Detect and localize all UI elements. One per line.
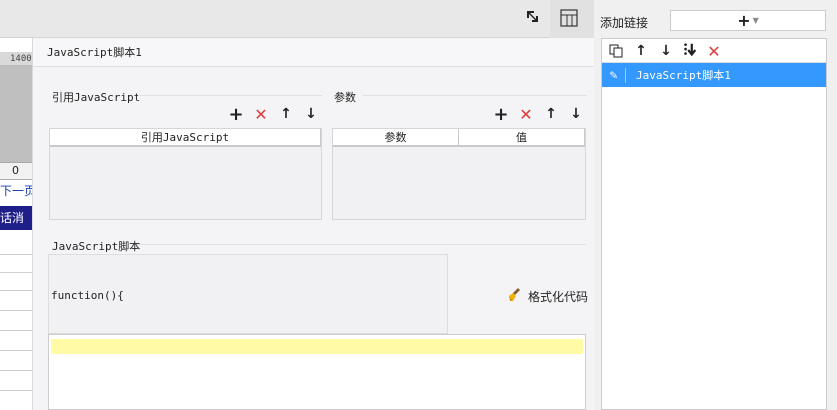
param-table[interactable]: 参数 值: [332, 128, 586, 220]
ref-table[interactable]: 引用JavaScript: [49, 128, 322, 220]
delete-icon[interactable]: ✕: [706, 42, 722, 61]
sheet-row-line: [0, 390, 32, 391]
sheet-row-line: [0, 272, 32, 273]
sheet-row-line: [0, 310, 32, 311]
link-list-toolbar: ↑ ↓ ✕: [602, 39, 826, 63]
caret-down-icon: ▼: [752, 16, 759, 25]
move-down-icon[interactable]: ↓: [658, 43, 674, 59]
active-line-highlight: [51, 339, 583, 354]
layout-icon: [560, 9, 578, 30]
copy-icon[interactable]: [608, 43, 624, 59]
ruler-zero: 0: [0, 162, 32, 180]
section-divider: [137, 244, 586, 245]
ruler: 1400: [0, 52, 32, 66]
ref-delete-button[interactable]: ✕: [253, 105, 269, 124]
format-code-label: 格式化代码: [528, 290, 589, 304]
code-signature: function(){: [51, 289, 124, 302]
param-table-header: 参数 值: [333, 129, 585, 147]
code-header-area: function(){: [48, 254, 448, 334]
code-editor[interactable]: [48, 334, 586, 410]
format-code-button[interactable]: 格式化代码: [507, 287, 588, 306]
top-toolbar: [0, 0, 590, 38]
param-column-header[interactable]: 参数: [333, 129, 459, 145]
ref-move-up-button[interactable]: ↑: [278, 106, 294, 122]
dialog-title: JavaScript脚本1: [33, 38, 594, 67]
ref-section-label: 引用JavaScript: [52, 91, 141, 104]
script-section-label: JavaScript脚本: [52, 240, 141, 253]
sheet-gray-area: [0, 66, 32, 162]
broom-icon: [507, 287, 523, 306]
param-add-button[interactable]: +: [493, 104, 509, 125]
move-up-icon[interactable]: ↑: [633, 43, 649, 59]
param-move-up-button[interactable]: ↑: [543, 106, 559, 122]
link-panel: 添加链接 + ▼ ↑ ↓ ✕ ✎ JavaScript脚本1: [594, 0, 837, 410]
sheet-row-line: [0, 254, 32, 255]
next-page-link[interactable]: 下一页: [0, 182, 36, 199]
layout-toggle[interactable]: [550, 0, 594, 38]
move-bottom-icon[interactable]: [682, 42, 698, 58]
expand-icon[interactable]: [524, 8, 542, 26]
param-move-down-button[interactable]: ↓: [568, 106, 584, 122]
link-item-label: JavaScript脚本1: [636, 69, 731, 82]
section-divider: [138, 95, 322, 96]
add-link-dropdown[interactable]: + ▼: [670, 10, 826, 31]
sheet-row-line: [0, 290, 32, 291]
ref-table-header: 引用JavaScript: [50, 129, 321, 147]
sheet-row-line: [0, 350, 32, 351]
ref-move-down-button[interactable]: ↓: [303, 106, 319, 122]
sheet-row-line: [0, 330, 32, 331]
ref-column-header[interactable]: 引用JavaScript: [50, 129, 321, 145]
javascript-dialog: JavaScript脚本1 引用JavaScript + ✕ ↑ ↓ 引用Jav…: [32, 38, 594, 410]
value-column-header[interactable]: 值: [459, 129, 585, 145]
link-list-item[interactable]: ✎ JavaScript脚本1: [602, 63, 826, 87]
sheet-row-line: [0, 370, 32, 371]
ref-add-button[interactable]: +: [228, 104, 244, 125]
param-delete-button[interactable]: ✕: [518, 105, 534, 124]
edit-pencil-icon[interactable]: ✎: [602, 67, 626, 83]
section-divider: [363, 95, 587, 96]
link-list: ↑ ↓ ✕ ✎ JavaScript脚本1: [601, 38, 827, 410]
add-link-label: 添加链接: [600, 16, 649, 30]
plus-icon: +: [737, 11, 751, 30]
param-section-label: 参数: [334, 91, 356, 104]
sheet-header-band: 话消费: [0, 206, 32, 249]
